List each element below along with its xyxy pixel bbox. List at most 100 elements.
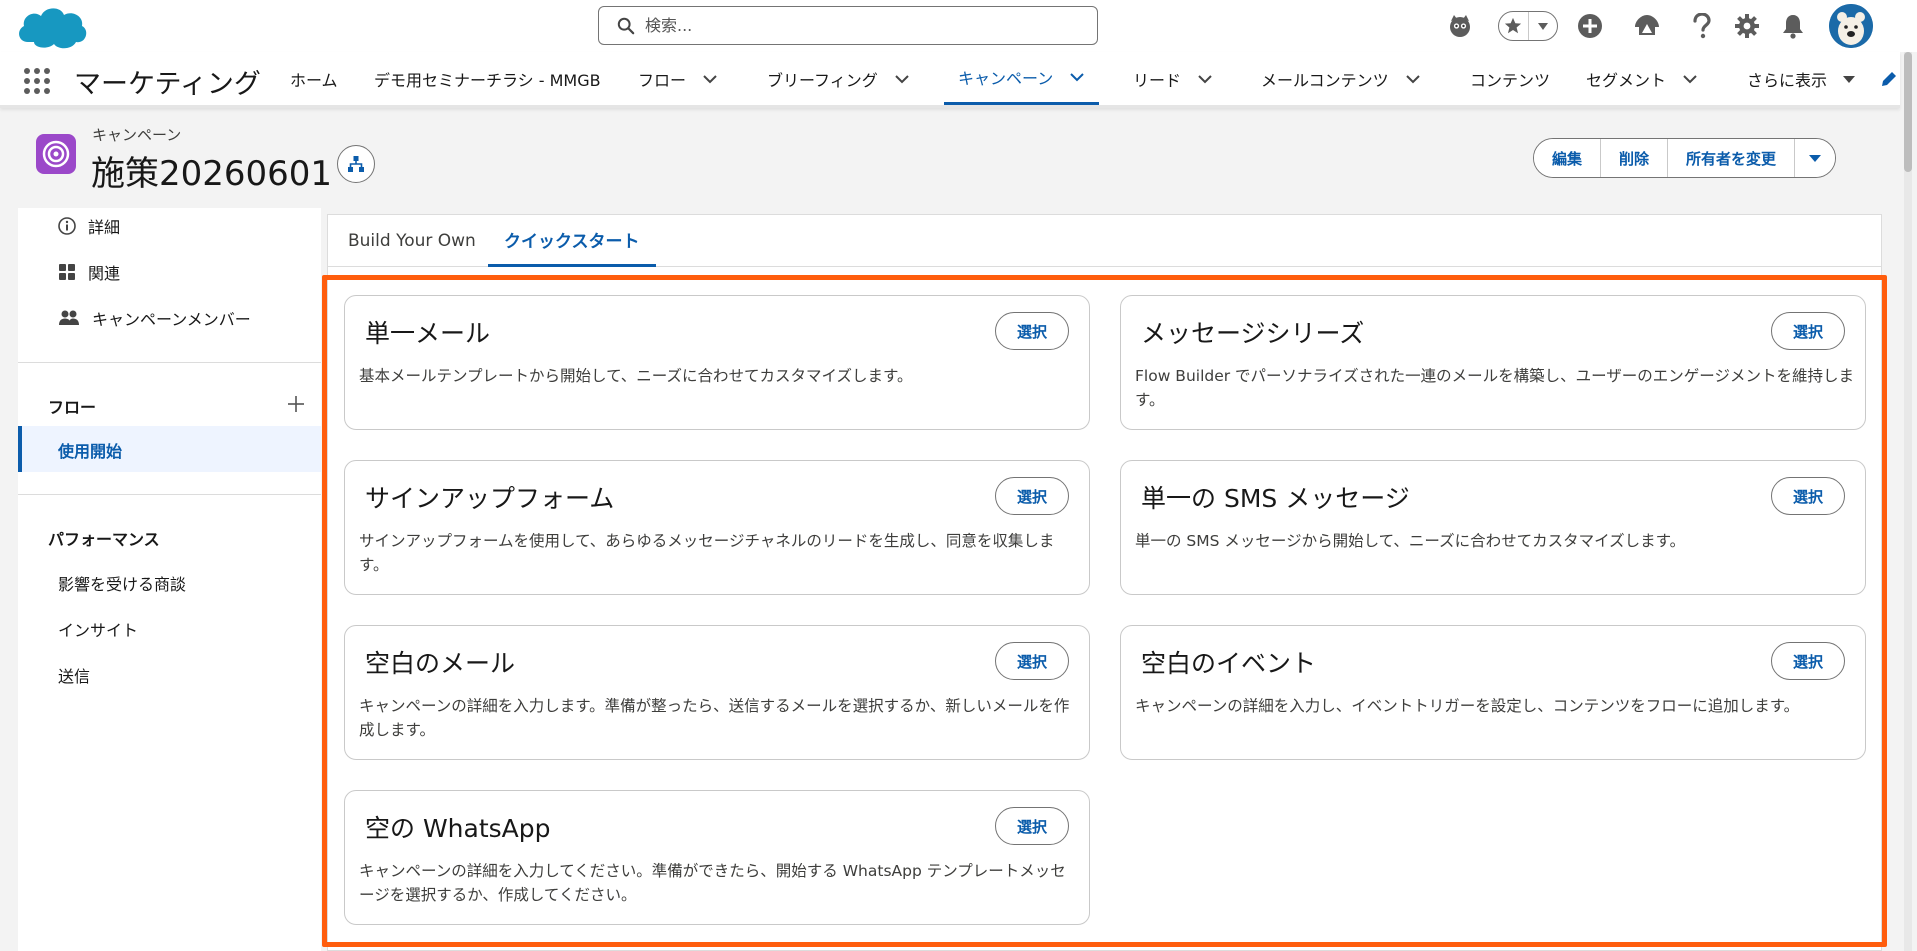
- app-nav-bar: マーケティング ホーム デモ用セミナーチラシ - MMGB フロー ブリーフィン…: [0, 52, 1900, 108]
- nav-item-demo-seminar[interactable]: デモ用セミナーチラシ - MMGB: [374, 52, 601, 105]
- sidebar-item-sends[interactable]: 送信: [58, 663, 90, 687]
- nav-item-content[interactable]: コンテンツ: [1470, 52, 1550, 105]
- sidebar-item-details[interactable]: 詳細: [58, 214, 120, 238]
- card-title: 空白のイベント: [1141, 649, 1317, 678]
- chevron-down-icon[interactable]: [1069, 69, 1085, 85]
- sidebar-item-insights[interactable]: インサイト: [58, 617, 138, 641]
- record-header: キャンペーン 施策20260601 編集 削除 所有者を変更: [18, 114, 1900, 194]
- tab-quick-start[interactable]: クイックスタート: [488, 215, 656, 267]
- card-title: 空の WhatsApp: [365, 814, 551, 843]
- favorites-star-icon[interactable]: [1499, 12, 1528, 40]
- sidebar-section-flow: フロー: [48, 398, 97, 417]
- select-button[interactable]: 選択: [1771, 642, 1845, 680]
- divider: [18, 362, 321, 363]
- chevron-down-icon[interactable]: [894, 71, 910, 87]
- card-description: サインアップフォームを使用して、あらゆるメッセージチャネルのリードを生成し、同意…: [359, 532, 1055, 574]
- card-title: 単一の SMS メッセージ: [1141, 484, 1410, 513]
- setup-gear-icon[interactable]: [1731, 10, 1763, 42]
- card-blank-event: 空白のイベント 選択 キャンペーンの詳細を入力し、イベントトリガーを設定し、コン…: [1120, 625, 1866, 760]
- nav-item-email-content[interactable]: メールコンテンツ: [1261, 52, 1421, 105]
- card-description: 基本メールテンプレートから開始して、ニーズに合わせてカスタマイズします。: [359, 367, 913, 385]
- chevron-down-icon[interactable]: [1197, 71, 1213, 87]
- card-title: 空白のメール: [365, 649, 516, 678]
- search-icon: [617, 17, 635, 34]
- record-sidebar: 詳細 関連 キャンペーンメンバー フロー 使用開始 パフォーマンス 影響を受ける…: [18, 208, 321, 951]
- user-avatar[interactable]: [1829, 4, 1873, 48]
- divider: [18, 494, 321, 495]
- add-flow-plus-icon[interactable]: [286, 394, 306, 414]
- card-single-email: 単一メール 選択 基本メールテンプレートから開始して、ニーズに合わせてカスタマイ…: [344, 295, 1090, 430]
- sidebar-item-campaign-members[interactable]: キャンペーンメンバー: [58, 306, 251, 330]
- app-launcher-icon[interactable]: [24, 68, 50, 94]
- card-title: 単一メール: [365, 319, 491, 348]
- card-title: メッセージシリーズ: [1141, 319, 1365, 348]
- page-scrollbar[interactable]: [1904, 52, 1912, 951]
- nav-item-segment[interactable]: セグメント: [1586, 52, 1698, 105]
- card-blank-email: 空白のメール 選択 キャンペーンの詳細を入力します。準備が整ったら、送信するメー…: [344, 625, 1090, 760]
- card-description: キャンペーンの詳細を入力し、イベントトリガーを設定し、コンテンツをフローに追加し…: [1135, 697, 1800, 715]
- select-button[interactable]: 選択: [995, 642, 1069, 680]
- favorites-menu-icon[interactable]: [1527, 12, 1558, 40]
- card-blank-whatsapp: 空の WhatsApp 選択 キャンペーンの詳細を入力してください。準備ができた…: [344, 790, 1090, 925]
- related-icon: [59, 264, 75, 280]
- caret-down-icon[interactable]: [1841, 71, 1857, 87]
- more-actions-button[interactable]: [1795, 139, 1836, 177]
- hierarchy-icon: [348, 156, 364, 172]
- delete-button[interactable]: 削除: [1601, 139, 1669, 177]
- global-create-icon[interactable]: [1574, 10, 1606, 42]
- card-description: Flow Builder でパーソナライズされた一連のメールを構築し、ユーザーの…: [1135, 367, 1854, 409]
- card-single-sms: 単一の SMS メッセージ 選択 単一の SMS メッセージから開始して、ニーズ…: [1120, 460, 1866, 595]
- members-icon: [59, 310, 79, 325]
- scrollbar-thumb[interactable]: [1904, 52, 1912, 172]
- card-signup-form: サインアップフォーム 選択 サインアップフォームを使用して、あらゆるメッセージチ…: [344, 460, 1090, 595]
- tab-build-your-own[interactable]: Build Your Own: [332, 215, 492, 267]
- page-title: 施策20260601: [91, 154, 333, 194]
- sidebar-item-label: 関連: [88, 264, 121, 283]
- chevron-down-icon[interactable]: [702, 71, 718, 87]
- sidebar-item-label: 詳細: [88, 218, 121, 237]
- sidebar-item-related[interactable]: 関連: [58, 260, 120, 284]
- nav-item-campaign[interactable]: キャンペーン: [944, 52, 1100, 105]
- select-button[interactable]: 選択: [995, 312, 1069, 350]
- trailhead-icon[interactable]: [1631, 10, 1663, 42]
- einstein-icon[interactable]: [1444, 10, 1476, 42]
- edit-nav-pencil-icon[interactable]: [1880, 70, 1898, 88]
- select-button[interactable]: 選択: [1771, 477, 1845, 515]
- campaign-record-icon: [36, 134, 76, 174]
- nav-item-home[interactable]: ホーム: [290, 52, 338, 105]
- nav-item-flow[interactable]: フロー: [638, 52, 718, 105]
- hierarchy-button[interactable]: [337, 145, 375, 183]
- card-description: 単一の SMS メッセージから開始して、ニーズに合わせてカスタマイズします。: [1135, 532, 1686, 550]
- chevron-down-icon[interactable]: [1405, 71, 1421, 87]
- card-message-series: メッセージシリーズ 選択 Flow Builder でパーソナライズされた一連の…: [1120, 295, 1866, 430]
- card-description: キャンペーンの詳細を入力します。準備が整ったら、送信するメールを選択するか、新し…: [359, 697, 1070, 739]
- global-header: [0, 0, 1917, 52]
- favorites-group: [1498, 11, 1558, 41]
- sidebar-item-label: キャンペーンメンバー: [92, 310, 251, 329]
- tab-bar: Build Your Own クイックスタート: [328, 215, 1881, 267]
- sidebar-section-performance: パフォーマンス: [48, 530, 160, 549]
- app-name: マーケティング: [74, 69, 261, 100]
- select-button[interactable]: 選択: [995, 477, 1069, 515]
- card-title: サインアップフォーム: [365, 484, 615, 513]
- global-search[interactable]: [598, 6, 1098, 45]
- card-description: キャンペーンの詳細を入力してください。準備ができたら、開始する WhatsApp…: [359, 862, 1066, 904]
- info-icon: [58, 217, 76, 235]
- nav-item-lead[interactable]: リード: [1133, 52, 1213, 105]
- change-owner-button[interactable]: 所有者を変更: [1668, 139, 1796, 177]
- record-object-label: キャンペーン: [92, 126, 182, 144]
- edit-button[interactable]: 編集: [1534, 139, 1602, 177]
- select-button[interactable]: 選択: [995, 807, 1069, 845]
- salesforce-logo[interactable]: [14, 2, 90, 52]
- sidebar-item-influenced-opportunities[interactable]: 影響を受ける商談: [58, 571, 186, 595]
- search-input[interactable]: [645, 16, 1065, 35]
- nav-item-more[interactable]: さらに表示: [1747, 52, 1857, 105]
- record-actions: 編集 削除 所有者を変更: [1533, 138, 1837, 178]
- notifications-bell-icon[interactable]: [1777, 10, 1809, 42]
- chevron-down-icon[interactable]: [1682, 71, 1698, 87]
- nav-item-briefing[interactable]: ブリーフィング: [767, 52, 910, 105]
- help-icon[interactable]: [1686, 10, 1718, 42]
- caret-down-icon: [1809, 155, 1822, 162]
- select-button[interactable]: 選択: [1771, 312, 1845, 350]
- sidebar-item-get-started[interactable]: 使用開始: [18, 426, 321, 472]
